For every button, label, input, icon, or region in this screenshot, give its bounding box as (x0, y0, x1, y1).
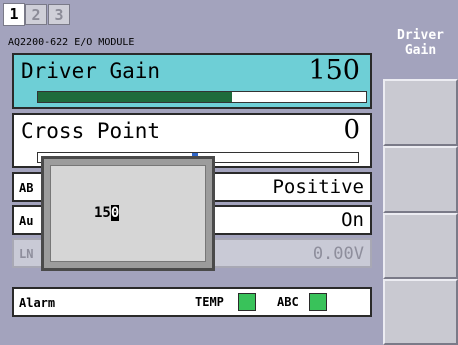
abc-polarity-value: Positive (272, 176, 364, 198)
cross-point-label: Cross Point (21, 119, 161, 143)
ln-bias-value: 0.00V (312, 244, 364, 264)
driver-gain-value: 150 (308, 55, 360, 86)
softkey-driver-gain-label: Driver Gain (397, 28, 444, 58)
driver-gain-field[interactable]: Driver Gain 150 (12, 53, 372, 109)
softkey-4-label (385, 215, 456, 229)
tab-3[interactable]: 3 (48, 4, 70, 25)
auto-value: On (341, 209, 364, 231)
softkey-5-label (385, 281, 456, 295)
abc-polarity-label: AB (19, 181, 34, 195)
alarm-label: Alarm (19, 296, 56, 310)
popup-value-cursor: 0 (110, 205, 120, 221)
softkey-2-label (385, 81, 456, 95)
softkey-3[interactable] (383, 146, 458, 213)
abc-alarm-led (309, 293, 327, 311)
tab-1[interactable]: 1 (3, 3, 25, 26)
abc-alarm-label: ABC (277, 295, 299, 309)
softkey-4[interactable] (383, 213, 458, 279)
softkey-2[interactable] (383, 79, 458, 146)
softkey-3-label (385, 148, 456, 162)
main-panel: 1 2 3 AQ2200-622 E/O MODULE Driver Gain … (0, 0, 383, 345)
temp-alarm-led (238, 293, 256, 311)
popup-value[interactable]: 150 (94, 205, 120, 221)
instrument-screen: 1 2 3 AQ2200-622 E/O MODULE Driver Gain … (0, 0, 458, 345)
popup-value-digits: 15 (94, 205, 111, 221)
driver-gain-bar (37, 91, 367, 103)
driver-gain-bar-fill (38, 92, 232, 102)
cross-point-value: 0 (343, 115, 360, 145)
tab-2[interactable]: 2 (25, 4, 47, 25)
driver-gain-label: Driver Gain (21, 59, 161, 83)
auto-label: Au (19, 214, 34, 228)
softkey-driver-gain[interactable]: Driver Gain (383, 0, 458, 79)
softkey-menu: Driver Gain (383, 0, 458, 345)
value-entry-inner (50, 165, 206, 262)
temp-alarm-label: TEMP (195, 295, 224, 309)
value-entry-popup: 150 (41, 156, 215, 271)
module-tabs: 1 2 3 (0, 0, 383, 30)
softkey-5[interactable] (383, 279, 458, 345)
alarm-row: Alarm TEMP ABC (12, 287, 372, 317)
module-title: AQ2200-622 E/O MODULE (8, 37, 135, 48)
